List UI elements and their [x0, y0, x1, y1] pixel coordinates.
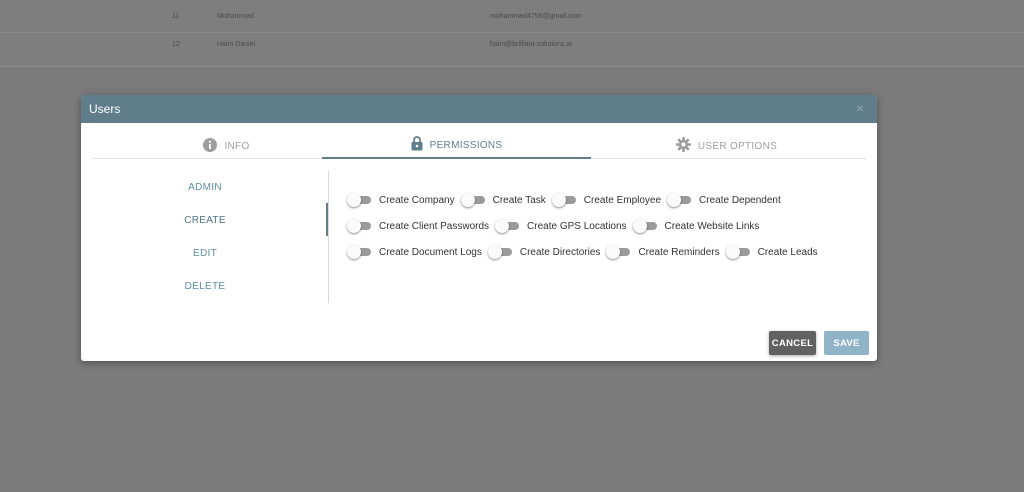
permission-toggle[interactable]: Create Dependent [667, 193, 781, 207]
table-row: 12 Haim Daniel haim@brilliant-solutions.… [0, 28, 1024, 61]
permission-label: Create Document Logs [379, 246, 482, 258]
toggle-switch[interactable] [460, 193, 485, 207]
nav-item-create[interactable]: CREATE [81, 204, 329, 237]
toggle-switch[interactable] [606, 245, 631, 259]
tab-label: INFO [224, 140, 250, 152]
permission-toggle[interactable]: Create Employee [551, 193, 662, 207]
toggle-switch[interactable] [667, 193, 692, 207]
permission-label: Create Directories [519, 246, 601, 258]
permission-toggle[interactable]: Create Website Links [632, 219, 760, 233]
tab-label: PERMISSIONS [429, 139, 503, 151]
permission-label: Create Employee [583, 194, 662, 206]
tab-permissions[interactable]: PERMISSIONS [322, 133, 591, 159]
permission-label: Create Company [379, 194, 455, 206]
tab-label: USER OPTIONS [697, 140, 778, 152]
toggle-switch[interactable] [495, 219, 520, 233]
permissions-list: Create Company Create Task Create Employ… [347, 187, 867, 265]
permission-category-nav: ADMIN CREATE EDIT DELETE [81, 171, 329, 303]
toggle-switch[interactable] [347, 193, 371, 207]
row-number: 11 [172, 13, 180, 20]
row-email: haim@brilliant-solutions.ai [490, 41, 572, 48]
save-button[interactable]: SAVE [824, 331, 869, 355]
modal-header: Users × [81, 95, 877, 123]
toggle-switch[interactable] [725, 245, 750, 259]
permission-label: Create Reminders [638, 246, 720, 258]
permission-label: Create Task [492, 194, 546, 206]
permission-label: Create Website Links [664, 220, 760, 232]
row-number: 12 [172, 41, 180, 48]
permission-row: Create Company Create Task Create Employ… [347, 187, 867, 213]
toggle-switch[interactable] [632, 219, 657, 233]
permission-toggle[interactable]: Create Document Logs [347, 245, 482, 259]
permission-label: Create Client Passwords [379, 220, 490, 232]
toggle-switch[interactable] [347, 245, 371, 259]
permission-label: Create GPS Locations [527, 220, 627, 232]
nav-item-edit[interactable]: EDIT [81, 237, 329, 270]
permission-toggle[interactable]: Create Client Passwords [347, 219, 489, 233]
users-modal: Users × INFO PERMISSIONS USER OPTIONS AD… [81, 95, 877, 361]
nav-item-admin[interactable]: ADMIN [81, 171, 329, 204]
permission-toggle[interactable]: Create Directories [487, 245, 601, 259]
permission-toggle[interactable]: Create Reminders [606, 245, 720, 259]
toggle-switch[interactable] [347, 219, 371, 233]
toggle-switch[interactable] [487, 245, 512, 259]
cancel-button[interactable]: CANCEL [769, 331, 816, 355]
modal-title: Users [89, 102, 121, 116]
lock-icon [411, 136, 423, 154]
permission-label: Create Leads [757, 246, 818, 258]
permission-toggle[interactable]: Create Task [460, 193, 546, 207]
permission-label: Create Dependent [699, 194, 781, 206]
tab-info[interactable]: INFO [92, 133, 361, 159]
background-table: 11 Mohammad mohammad4756@gmail.com 12 Ha… [0, 0, 1024, 67]
nav-item-delete[interactable]: DELETE [81, 270, 329, 303]
permission-row: Create Client Passwords Create GPS Locat… [347, 213, 867, 239]
row-name: Haim Daniel [217, 41, 256, 48]
row-email: mohammad4756@gmail.com [490, 13, 582, 20]
permission-toggle[interactable]: Create GPS Locations [495, 219, 627, 233]
gear-icon [675, 137, 691, 155]
tab-bar: INFO PERMISSIONS USER OPTIONS [92, 133, 866, 159]
permission-toggle[interactable]: Create Leads [725, 245, 818, 259]
row-name: Mohammad [217, 13, 254, 20]
permission-toggle[interactable]: Create Company [347, 193, 455, 207]
toggle-switch[interactable] [551, 193, 576, 207]
close-icon[interactable]: × [853, 101, 867, 115]
info-icon [203, 137, 218, 155]
tab-user-options[interactable]: USER OPTIONS [592, 133, 861, 159]
permission-row: Create Document Logs Create Directories … [347, 239, 867, 265]
active-nav-indicator [326, 203, 328, 236]
